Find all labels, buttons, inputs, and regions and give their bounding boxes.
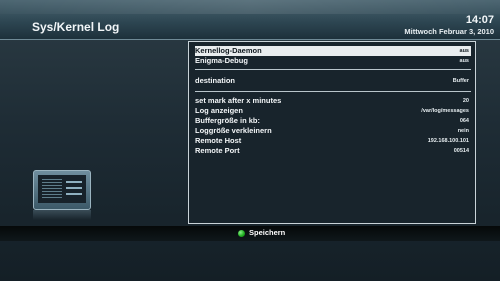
setting-row-set-mark[interactable]: set mark after x minutes 20	[195, 96, 471, 106]
setting-row-buffergroesse[interactable]: Buffergröße in kb: 064	[195, 116, 471, 126]
clock: 14:07	[465, 14, 494, 26]
setting-row-remote-host[interactable]: Remote Host 192.168.100.101	[195, 136, 471, 146]
setting-label: Buffergröße in kb:	[195, 116, 260, 125]
setting-label: Kernellog-Daemon	[195, 46, 262, 55]
setting-value: nein	[457, 128, 469, 134]
setting-value: aus	[459, 58, 469, 64]
setting-row-log-anzeigen[interactable]: Log anzeigen /var/log/messages	[195, 106, 471, 116]
setting-label: Loggröße verkleinern	[195, 126, 272, 135]
green-button-icon[interactable]	[238, 230, 245, 237]
setting-value: 064	[459, 118, 469, 124]
setting-label: destination	[195, 76, 236, 85]
tv-screen-display	[38, 175, 86, 203]
tv-bar	[66, 193, 82, 195]
setting-label: set mark after x minutes	[195, 96, 282, 105]
setting-row-enigma-debug[interactable]: Enigma-Debug aus	[195, 56, 471, 66]
setting-label: Log anzeigen	[195, 106, 243, 115]
setting-row-remote-port[interactable]: Remote Port 00514	[195, 146, 471, 156]
screen: Sys/Kernel Log 14:07 Mittwoch Februar 3,…	[0, 0, 500, 281]
separator	[195, 69, 471, 70]
tv-list-graphic	[42, 179, 62, 199]
setting-value: 00514	[453, 148, 469, 154]
setting-value: 192.168.100.101	[427, 138, 469, 144]
setting-row-destination[interactable]: destination Buffer	[195, 76, 471, 86]
header-divider	[0, 39, 500, 40]
setting-label: Remote Port	[195, 146, 240, 155]
setting-label: Remote Host	[195, 136, 242, 145]
setting-value: Buffer	[452, 78, 469, 84]
tv-bar	[66, 181, 82, 183]
tv-screen-icon	[33, 170, 91, 210]
setting-label: Enigma-Debug	[195, 56, 248, 65]
date: Mittwoch Februar 3, 2010	[404, 27, 494, 36]
header-bar: Sys/Kernel Log 14:07 Mittwoch Februar 3,…	[0, 0, 500, 40]
setting-row-loggroesse[interactable]: Loggröße verkleinern nein	[195, 126, 471, 136]
separator	[195, 91, 471, 92]
setting-value: 20	[462, 98, 469, 104]
setting-value: /var/log/messages	[421, 108, 469, 114]
setting-value: aus	[459, 48, 469, 54]
save-button[interactable]: Speichern	[249, 228, 285, 238]
tv-reflection	[33, 210, 91, 220]
settings-panel: Kernellog-Daemon aus Enigma-Debug aus de…	[188, 41, 476, 224]
header-shine	[0, 0, 500, 14]
setting-row-kernellog-daemon[interactable]: Kernellog-Daemon aus	[195, 46, 471, 56]
tv-bar	[66, 187, 82, 189]
page-title: Sys/Kernel Log	[32, 20, 120, 34]
